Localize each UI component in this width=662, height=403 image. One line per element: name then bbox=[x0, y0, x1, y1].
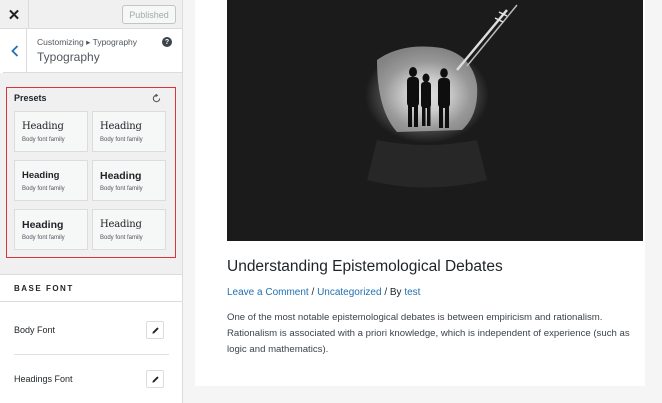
help-icon[interactable]: ? bbox=[162, 37, 172, 47]
preset-heading: Heading bbox=[100, 121, 142, 132]
meta-separator: / bbox=[308, 287, 318, 298]
section-header: Customizing ▸ Typography Typography ? bbox=[0, 29, 182, 73]
preset-card-5[interactable]: Heading Body font family bbox=[14, 209, 88, 250]
preset-heading: Heading bbox=[22, 219, 64, 231]
author-link[interactable]: test bbox=[404, 287, 420, 298]
category-link[interactable]: Uncategorized bbox=[317, 287, 381, 298]
published-button[interactable]: Published bbox=[122, 5, 176, 24]
reset-icon[interactable] bbox=[151, 93, 161, 103]
preset-card-3[interactable]: Heading Body font family bbox=[14, 160, 88, 201]
back-button[interactable] bbox=[0, 29, 27, 73]
post-article: Understanding Epistemological Debates Le… bbox=[195, 0, 645, 386]
comment-link[interactable]: Leave a Comment bbox=[227, 287, 309, 298]
edit-headings-font-button[interactable] bbox=[146, 370, 164, 388]
section-title: Typography bbox=[37, 50, 100, 64]
featured-image bbox=[227, 0, 643, 241]
preset-heading: Heading bbox=[22, 121, 64, 132]
row-divider bbox=[14, 354, 169, 355]
preset-body: Body font family bbox=[22, 186, 65, 192]
preset-heading: Heading bbox=[100, 170, 142, 182]
post-body: One of the most notable epistemological … bbox=[227, 312, 630, 356]
close-icon[interactable]: ✕ bbox=[0, 0, 29, 29]
base-font-header: BASE FONT bbox=[0, 274, 182, 302]
preset-heading: Heading bbox=[100, 219, 142, 230]
meta-separator: / By bbox=[381, 287, 405, 298]
preset-heading: Heading bbox=[22, 170, 60, 181]
body-font-label: Body Font bbox=[14, 325, 56, 335]
preset-body: Body font family bbox=[100, 137, 143, 143]
preset-body: Body font family bbox=[22, 137, 65, 143]
customizer-sidebar: ✕ Published Customizing ▸ Typography Typ… bbox=[0, 0, 183, 403]
edit-body-font-button[interactable] bbox=[146, 321, 164, 339]
post-meta: Leave a Comment / Uncategorized / By tes… bbox=[227, 287, 420, 298]
preset-card-1[interactable]: Heading Body font family bbox=[14, 111, 88, 152]
site-preview: Understanding Epistemological Debates Le… bbox=[183, 0, 662, 403]
breadcrumb: Customizing ▸ Typography bbox=[37, 37, 138, 47]
base-font-label: BASE FONT bbox=[14, 284, 74, 293]
headings-font-label: Headings Font bbox=[14, 374, 73, 384]
presets-label: Presets bbox=[14, 93, 47, 103]
pencil-icon bbox=[151, 375, 159, 383]
post-title[interactable]: Understanding Epistemological Debates bbox=[227, 258, 503, 276]
customizer-topbar: ✕ Published bbox=[0, 0, 182, 29]
presets-panel: Presets Heading Body font family Heading… bbox=[6, 87, 176, 258]
preset-card-2[interactable]: Heading Body font family bbox=[92, 111, 166, 152]
preset-body: Body font family bbox=[100, 186, 143, 192]
preset-body: Body font family bbox=[100, 235, 143, 241]
pencil-icon bbox=[151, 326, 159, 334]
font-settings-panel: Body Font Headings Font bbox=[0, 302, 182, 403]
chevron-left-icon bbox=[10, 45, 18, 57]
preset-card-6[interactable]: Heading Body font family bbox=[92, 209, 166, 250]
preset-card-4[interactable]: Heading Body font family bbox=[92, 160, 166, 201]
preset-body: Body font family bbox=[22, 235, 65, 241]
